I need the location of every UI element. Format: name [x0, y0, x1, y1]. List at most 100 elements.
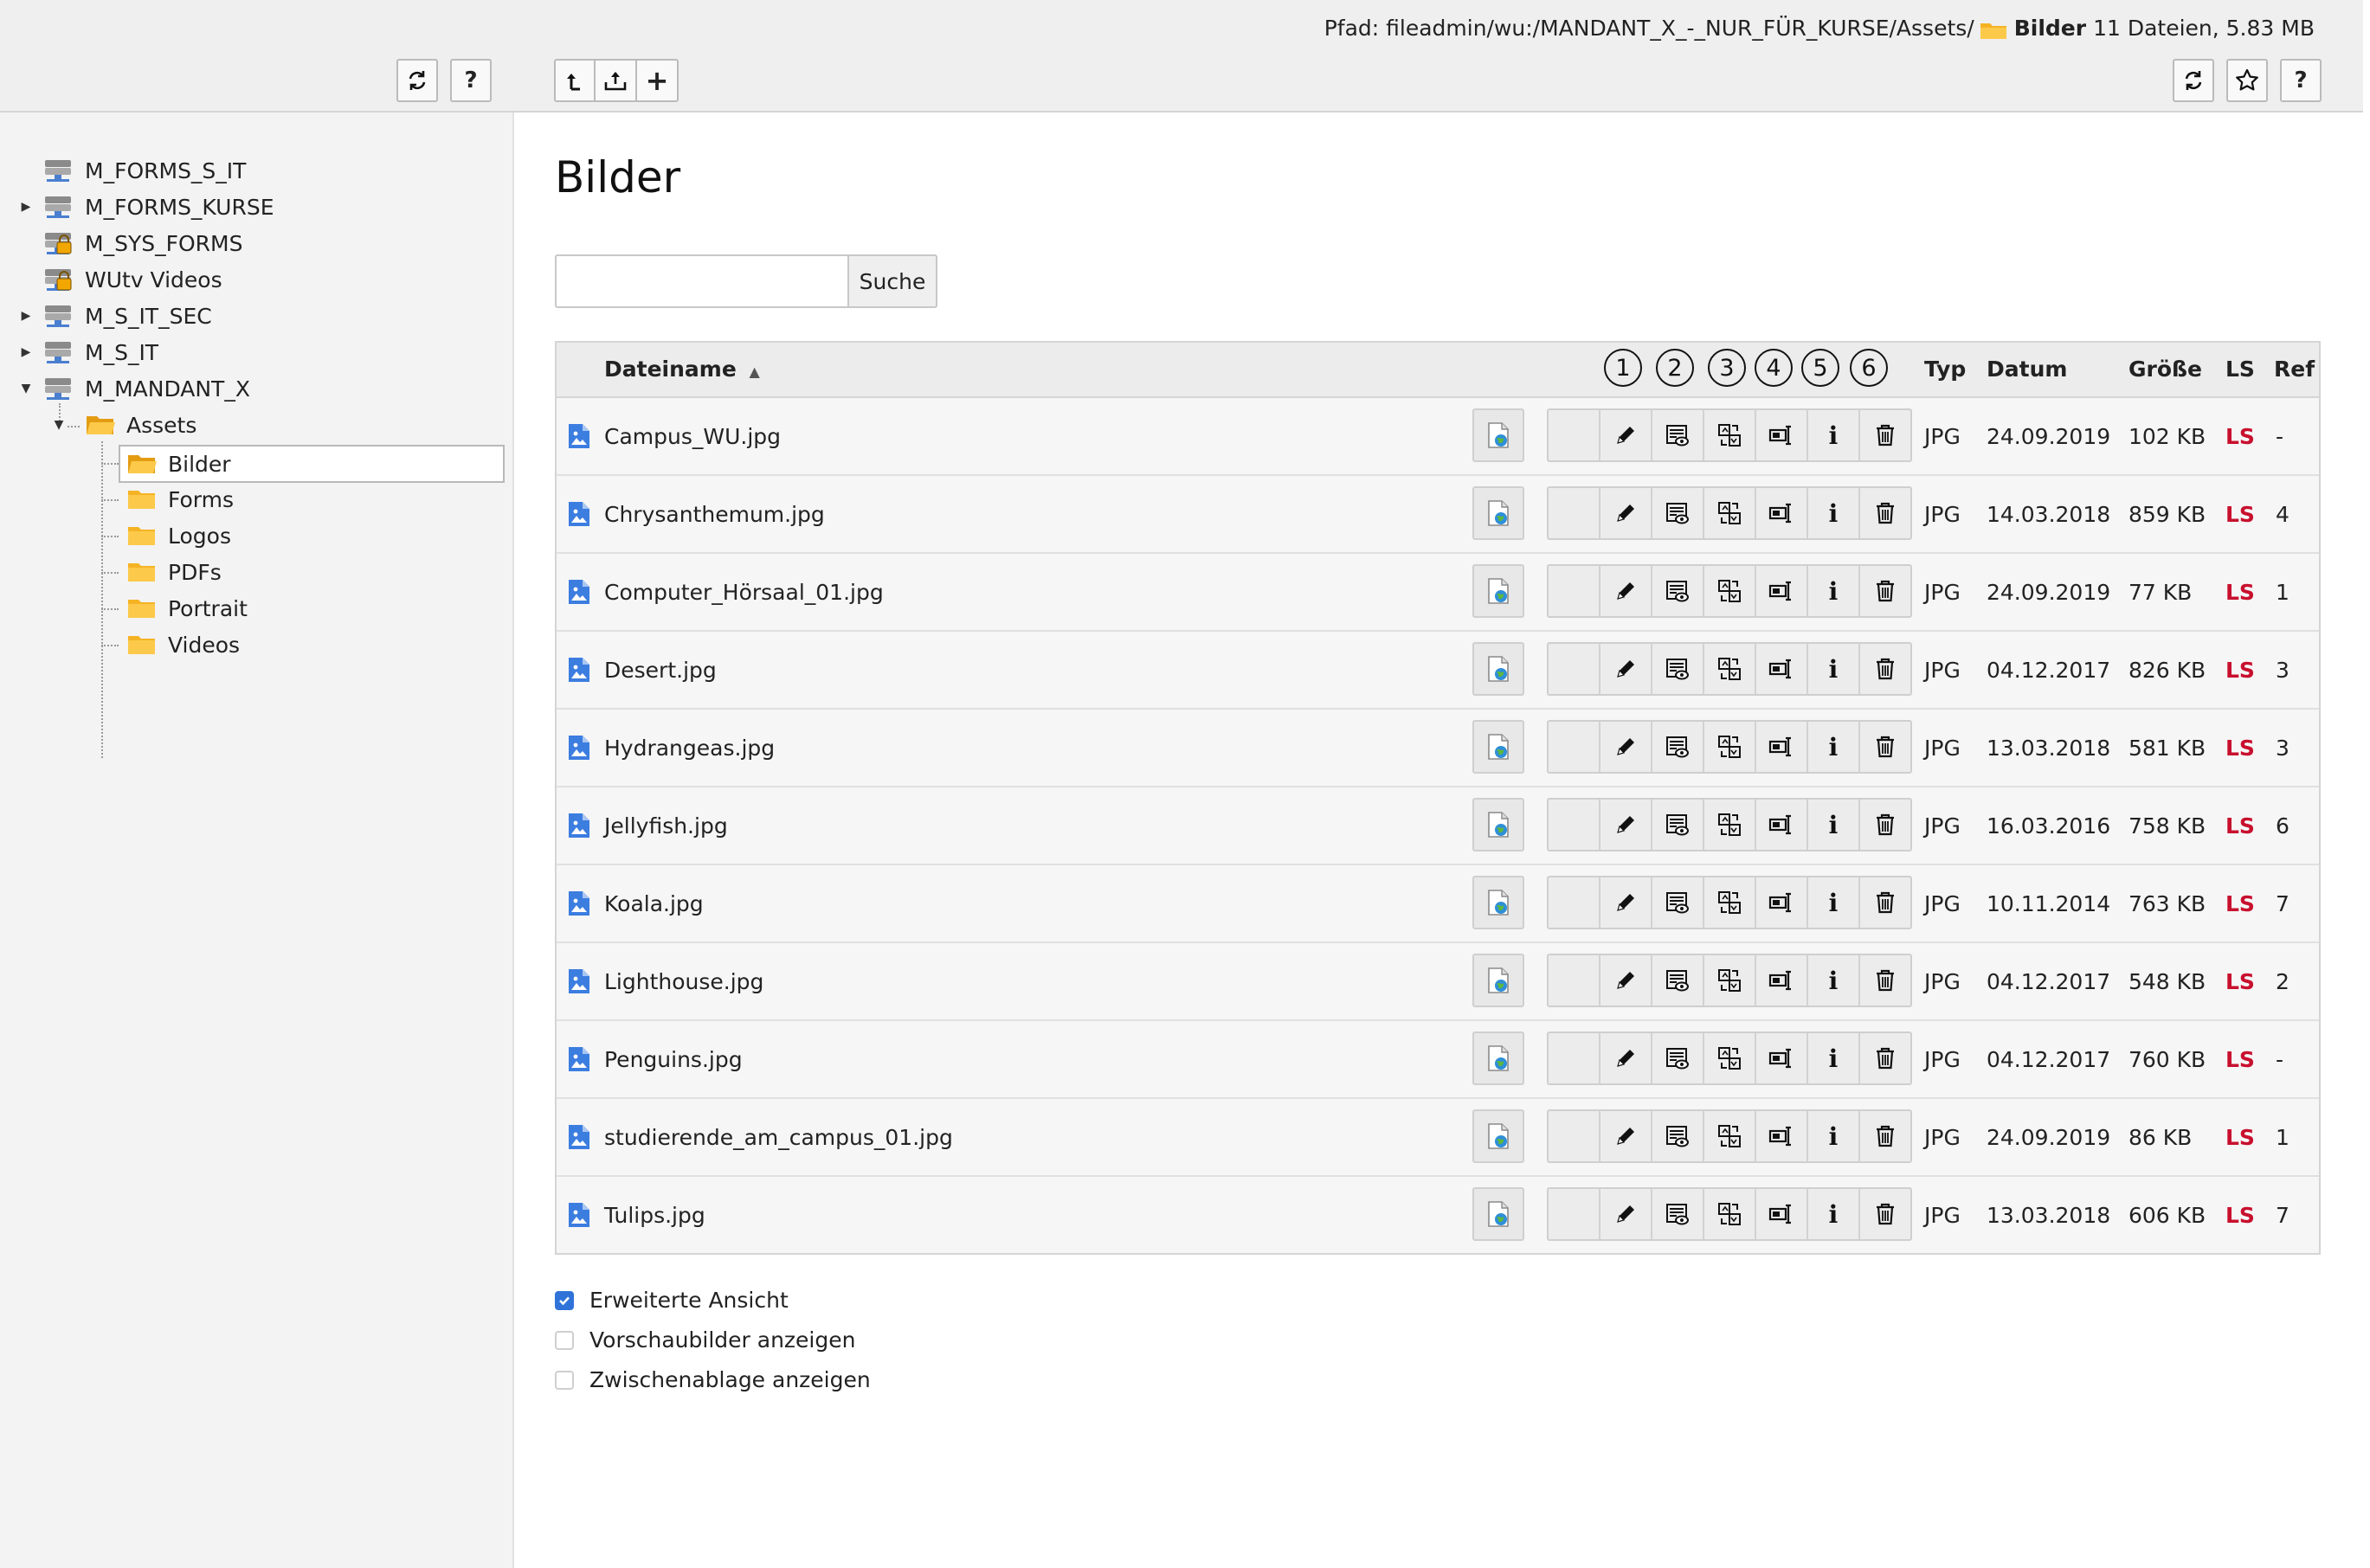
view-file-button[interactable]	[1472, 720, 1524, 774]
table-row[interactable]: Penguins.jpg i JPG 04.12.2017 760 KB LS -	[557, 1019, 2319, 1097]
action-rename-button[interactable]	[1755, 877, 1806, 928]
column-header-type[interactable]: Typ	[1924, 357, 1966, 382]
action-info-button[interactable]: i	[1806, 1111, 1858, 1161]
action-edit-button[interactable]	[1599, 410, 1651, 460]
refresh-button[interactable]	[2173, 59, 2214, 102]
option-show-thumbnails[interactable]: Vorschaubilder anzeigen	[555, 1327, 855, 1353]
view-file-button[interactable]	[1472, 642, 1524, 696]
action-show-button[interactable]	[1651, 410, 1703, 460]
search-input[interactable]	[555, 254, 849, 308]
action-show-button[interactable]	[1651, 877, 1703, 928]
view-file-button[interactable]	[1472, 1187, 1524, 1241]
new-button[interactable]: +	[637, 59, 679, 102]
action-show-button[interactable]	[1651, 644, 1703, 694]
ref-count[interactable]: 3	[2276, 658, 2289, 683]
option-show-clipboard[interactable]: Zwischenablage anzeigen	[555, 1367, 871, 1392]
action-replace-button[interactable]	[1703, 410, 1755, 460]
tree-item-bilder[interactable]: Bilder	[119, 445, 505, 483]
view-file-button[interactable]	[1472, 954, 1524, 1007]
action-info-button[interactable]: i	[1806, 566, 1858, 616]
expand-icon[interactable]: ▶	[19, 309, 33, 323]
action-rename-button[interactable]	[1755, 644, 1806, 694]
tree-item-assets[interactable]: ▼ Assets	[55, 408, 197, 441]
action-show-button[interactable]	[1651, 566, 1703, 616]
action-delete-button[interactable]	[1858, 1033, 1910, 1083]
tree-item-forms[interactable]: Forms	[126, 483, 234, 516]
table-row[interactable]: Hydrangeas.jpg i JPG 13.03.2018 581 KB LS 3	[557, 708, 2319, 786]
action-rename-button[interactable]	[1755, 1111, 1806, 1161]
action-show-button[interactable]	[1651, 800, 1703, 850]
tree-item-logos[interactable]: Logos	[126, 519, 231, 552]
action-delete-button[interactable]	[1858, 644, 1910, 694]
ref-count[interactable]: -	[2276, 424, 2283, 449]
action-replace-button[interactable]	[1703, 877, 1755, 928]
tree-item-wutv-videos[interactable]: WUtv Videos	[43, 263, 222, 296]
column-header-size[interactable]: Größe	[2128, 357, 2202, 382]
expand-icon[interactable]: ▶	[19, 200, 33, 214]
action-replace-button[interactable]	[1703, 800, 1755, 850]
action-rename-button[interactable]	[1755, 800, 1806, 850]
refresh-tree-button[interactable]	[396, 59, 438, 102]
ls-badge[interactable]: LS	[2225, 1047, 2255, 1072]
table-row[interactable]: Chrysanthemum.jpg i JPG 14.03.2018 859 KB LS 4	[557, 474, 2319, 552]
checkbox-show-clipboard[interactable]	[555, 1370, 574, 1390]
help-button[interactable]: ?	[2280, 59, 2322, 102]
search-button[interactable]: Suche	[849, 254, 937, 308]
action-delete-button[interactable]	[1858, 566, 1910, 616]
action-delete-button[interactable]	[1858, 722, 1910, 772]
file-name-link[interactable]: Lighthouse.jpg	[604, 969, 763, 994]
tree-item-m-s-it[interactable]: ▶ M_S_IT	[22, 336, 158, 369]
action-info-button[interactable]: i	[1806, 410, 1858, 460]
action-info-button[interactable]: i	[1806, 488, 1858, 538]
action-rename-button[interactable]	[1755, 955, 1806, 1006]
table-row[interactable]: Jellyfish.jpg i JPG 16.03.2016 758 KB LS 6	[557, 786, 2319, 864]
table-row[interactable]: studierende_am_campus_01.jpg i JPG 24.09.20…	[557, 1097, 2319, 1175]
ls-badge[interactable]: LS	[2225, 424, 2255, 449]
view-file-button[interactable]	[1472, 486, 1524, 540]
ref-count[interactable]: 3	[2276, 736, 2289, 761]
ref-count[interactable]: 7	[2276, 891, 2289, 916]
ls-badge[interactable]: LS	[2225, 1203, 2255, 1228]
file-name-link[interactable]: Campus_WU.jpg	[604, 424, 781, 449]
action-replace-button[interactable]	[1703, 644, 1755, 694]
ls-badge[interactable]: LS	[2225, 891, 2255, 916]
action-replace-button[interactable]	[1703, 1189, 1755, 1239]
view-file-button[interactable]	[1472, 798, 1524, 851]
action-edit-button[interactable]	[1599, 644, 1651, 694]
action-rename-button[interactable]	[1755, 1189, 1806, 1239]
ref-count[interactable]: -	[2276, 1047, 2283, 1072]
action-delete-button[interactable]	[1858, 1189, 1910, 1239]
action-delete-button[interactable]	[1858, 955, 1910, 1006]
file-name-link[interactable]: Tulips.jpg	[604, 1203, 705, 1228]
action-edit-button[interactable]	[1599, 722, 1651, 772]
upload-button[interactable]	[596, 59, 637, 102]
tree-item-m-forms-s-it[interactable]: M_FORMS_S_IT	[43, 154, 246, 187]
bookmark-button[interactable]	[2226, 59, 2268, 102]
view-file-button[interactable]	[1472, 564, 1524, 618]
action-show-button[interactable]	[1651, 955, 1703, 1006]
action-info-button[interactable]: i	[1806, 644, 1858, 694]
action-info-button[interactable]: i	[1806, 722, 1858, 772]
ref-count[interactable]: 1	[2276, 580, 2289, 605]
ref-count[interactable]: 4	[2276, 502, 2289, 527]
tree-item-m-sys-forms[interactable]: M_SYS_FORMS	[43, 227, 242, 260]
folder-up-button[interactable]	[554, 59, 596, 102]
table-row[interactable]: Tulips.jpg i JPG 13.03.2018 606 KB LS 7	[557, 1175, 2319, 1253]
view-file-button[interactable]	[1472, 1109, 1524, 1163]
tree-item-m-forms-kurse[interactable]: ▶ M_FORMS_KURSE	[22, 190, 274, 223]
option-extended-view[interactable]: Erweiterte Ansicht	[555, 1288, 789, 1313]
file-name-link[interactable]: Computer_Hörsaal_01.jpg	[604, 580, 884, 605]
view-file-button[interactable]	[1472, 1031, 1524, 1085]
collapse-icon[interactable]: ▼	[19, 382, 33, 395]
action-replace-button[interactable]	[1703, 488, 1755, 538]
action-edit-button[interactable]	[1599, 955, 1651, 1006]
view-file-button[interactable]	[1472, 408, 1524, 462]
action-replace-button[interactable]	[1703, 955, 1755, 1006]
file-name-link[interactable]: Desert.jpg	[604, 658, 717, 683]
action-replace-button[interactable]	[1703, 1033, 1755, 1083]
file-name-link[interactable]: Penguins.jpg	[604, 1047, 743, 1072]
ls-badge[interactable]: LS	[2225, 1125, 2255, 1150]
action-edit-button[interactable]	[1599, 877, 1651, 928]
action-edit-button[interactable]	[1599, 1033, 1651, 1083]
table-row[interactable]: Lighthouse.jpg i JPG 04.12.2017 548 KB LS 2	[557, 941, 2319, 1019]
